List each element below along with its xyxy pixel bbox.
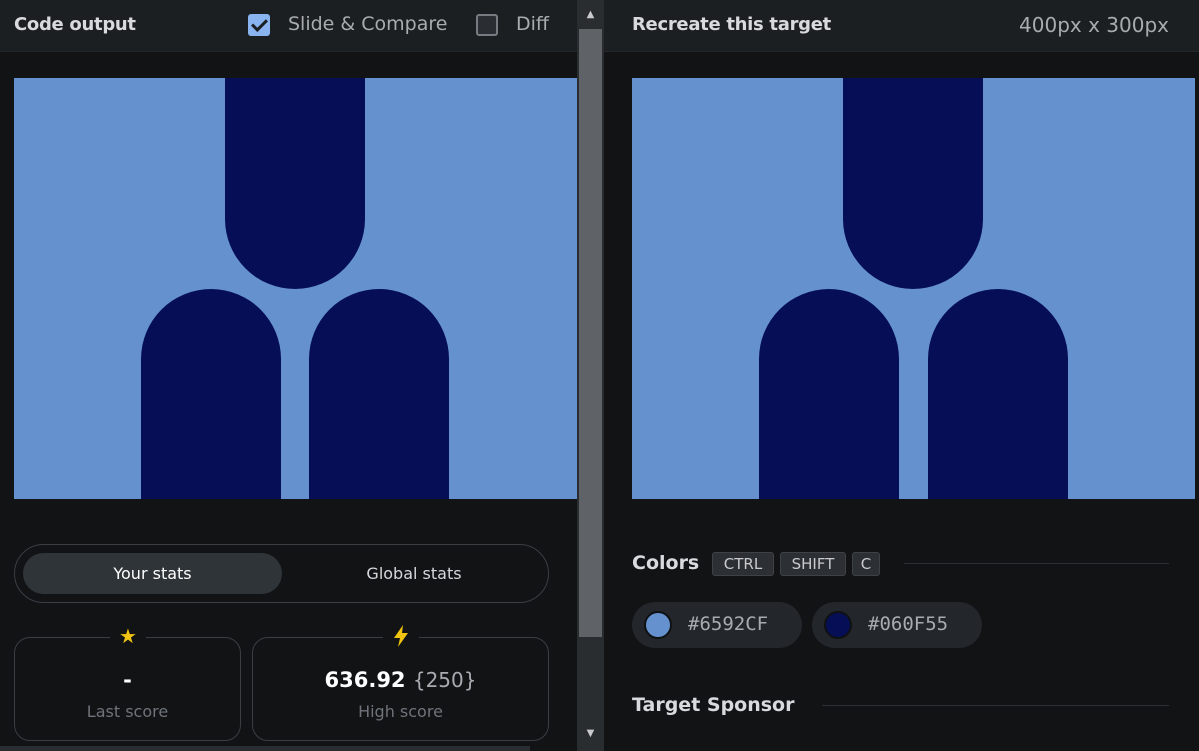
diff-checkbox[interactable] [476,14,498,36]
kbd-ctrl: CTRL [712,552,774,576]
swatch-dark-hex: #060F55 [868,613,949,635]
target-image [632,78,1195,499]
high-score-value: 636.92 [324,668,406,692]
high-score-card: 636.92 {250} High score [252,624,549,741]
app-root: Code output Slide & Compare Diff Your st… [0,0,1199,751]
high-score-chars: {250} [412,668,477,692]
kbd-shift: SHIFT [780,552,846,576]
last-score-card: ★ - Last score [14,624,241,741]
target-header: Recreate this target 400px x 300px [604,0,1199,52]
slide-compare-label[interactable]: Slide & Compare [288,13,447,35]
stats-tabs: Your stats Global stats [14,544,549,603]
high-score-value-row: 636.92 {250} [253,668,548,692]
top-pill-shape [225,78,365,289]
vertical-scrollbar[interactable]: ▲ ▼ [577,0,604,751]
target-bottom-left-pill-shape [759,289,899,499]
horizontal-scrollbar[interactable] [0,746,530,751]
diff-label[interactable]: Diff [516,13,549,35]
scroll-up-icon[interactable]: ▲ [577,4,604,24]
target-bottom-right-pill-shape [928,289,1068,499]
high-score-label: High score [358,702,443,721]
scroll-down-icon[interactable]: ▼ [577,723,604,743]
lightning-icon [383,624,419,648]
swatch-light-dot [644,611,672,639]
color-swatch-light[interactable]: #6592CF [632,602,802,648]
last-score-label: Last score [86,702,169,721]
kbd-c: C [852,552,880,576]
bottom-right-pill-shape [309,289,449,499]
code-output-title: Code output [14,14,136,35]
color-swatch-dark[interactable]: #060F55 [812,602,982,648]
code-output-canvas[interactable] [14,78,577,499]
code-output-panel: Code output Slide & Compare Diff Your st… [0,0,577,751]
star-icon: ★ [110,624,146,648]
target-top-pill-shape [843,78,983,289]
tab-global-stats[interactable]: Global stats [286,553,542,594]
colors-title: Colors [632,552,700,574]
target-title: Recreate this target [632,14,831,35]
last-score-value: - [123,668,132,692]
target-panel: Recreate this target 400px x 300px Color… [604,0,1199,751]
colors-divider [904,563,1169,564]
sponsor-divider [822,705,1169,706]
bottom-left-pill-shape [141,289,281,499]
scroll-thumb[interactable] [579,29,602,637]
tab-your-stats[interactable]: Your stats [23,553,282,594]
target-size-label: 400px x 300px [1019,13,1169,37]
target-sponsor-title: Target Sponsor [632,694,795,716]
slide-compare-checkbox[interactable] [248,14,270,36]
swatch-light-hex: #6592CF [688,613,769,635]
swatch-dark-dot [824,611,852,639]
code-output-header: Code output Slide & Compare Diff [0,0,577,52]
